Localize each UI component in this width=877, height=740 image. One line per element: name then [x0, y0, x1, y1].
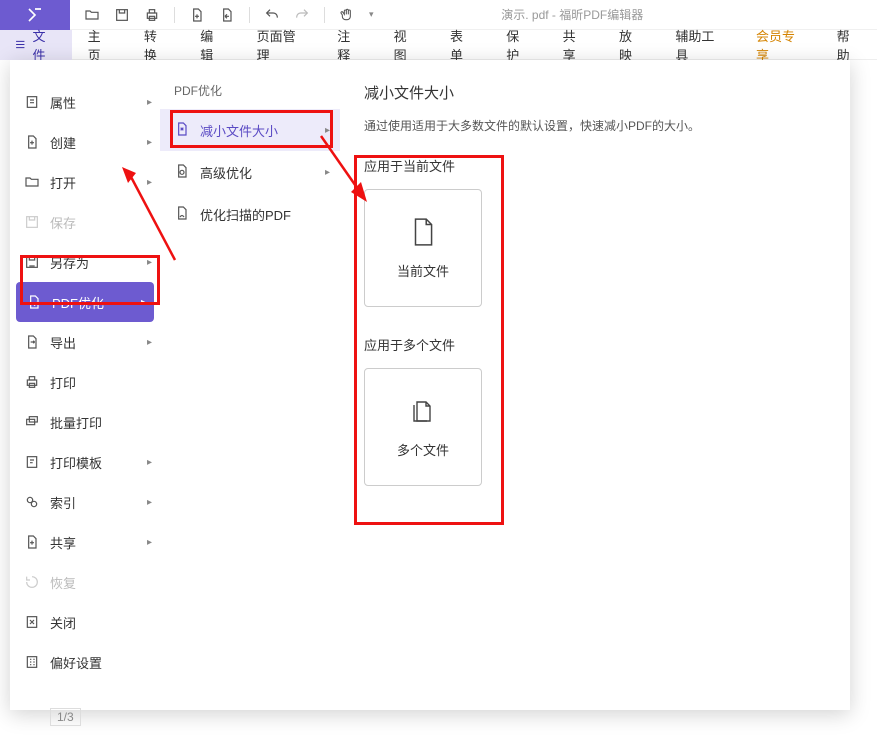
batchprint-icon	[24, 414, 40, 430]
files-icon	[409, 396, 437, 426]
card-current-file[interactable]: 当前文件	[364, 189, 482, 307]
page-indicator[interactable]: 1/3	[50, 708, 81, 726]
chevron-right-icon: ▸	[325, 125, 330, 136]
menu-save: 保存	[10, 202, 160, 242]
print-icon[interactable]	[144, 7, 160, 23]
section-current: 应用于当前文件	[364, 156, 826, 175]
sub-advanced[interactable]: 高级优化▸	[160, 151, 340, 193]
share-icon	[24, 534, 40, 550]
settings-icon	[24, 654, 40, 670]
chevron-right-icon: ▸	[147, 137, 152, 148]
close-icon	[24, 614, 40, 630]
tab-file-label: 文件	[33, 26, 58, 64]
redo-icon[interactable]	[294, 7, 310, 23]
info-icon	[24, 94, 40, 110]
reduce-size-icon	[174, 121, 190, 140]
tab-view[interactable]: 视图	[378, 30, 434, 60]
ribbon: 文件 主页 转换 编辑 页面管理 注释 视图 表单 保护 共享 放映 辅助工具 …	[0, 30, 877, 60]
dropdown-icon[interactable]: ▾	[369, 9, 374, 20]
tab-home[interactable]: 主页	[72, 30, 128, 60]
tab-convert[interactable]: 转换	[128, 30, 184, 60]
sub-reduce-size[interactable]: 减小文件大小▸	[160, 109, 340, 151]
chevron-right-icon: ▸	[325, 167, 330, 178]
advanced-icon	[174, 163, 190, 182]
menu-create[interactable]: 创建▸	[10, 122, 160, 162]
menu-pref[interactable]: 偏好设置	[10, 642, 160, 682]
detail-desc: 通过使用适用于大多数文件的默认设置，快速减小PDF的大小。	[364, 117, 826, 134]
save-icon	[24, 214, 40, 230]
submenu-heading: PDF优化	[160, 82, 340, 109]
status-bar: 1/3	[50, 708, 81, 726]
print-icon	[24, 374, 40, 390]
ribbon-tabs: 主页 转换 编辑 页面管理 注释 视图 表单 保护 共享 放映 辅助工具 会员专…	[72, 30, 877, 60]
tab-file[interactable]: 文件	[0, 30, 72, 60]
printtpl-icon	[24, 454, 40, 470]
section-multi: 应用于多个文件	[364, 335, 826, 354]
tab-form[interactable]: 表单	[434, 30, 490, 60]
menu-export[interactable]: 导出▸	[10, 322, 160, 362]
chevron-right-icon: ▸	[147, 257, 152, 268]
scanned-icon	[174, 205, 190, 224]
chevron-right-icon: ▸	[141, 297, 146, 308]
chevron-right-icon: ▸	[147, 497, 152, 508]
menu-close[interactable]: 关闭	[10, 602, 160, 642]
tab-pages[interactable]: 页面管理	[241, 30, 322, 60]
open-icon[interactable]	[84, 7, 100, 23]
menu-restore: 恢复	[10, 562, 160, 602]
index-icon	[24, 494, 40, 510]
menu-optimize[interactable]: PDF优化▸	[16, 282, 154, 322]
file-add-icon[interactable]	[189, 7, 205, 23]
menu-properties[interactable]: 属性▸	[10, 82, 160, 122]
restore-icon	[24, 574, 40, 590]
detail-title: 减小文件大小	[364, 82, 826, 103]
backstage-panel: 属性▸ 创建▸ 打开▸ 保存 另存为▸ PDF优化▸ 导出▸ 打印 批量打印 打…	[10, 60, 850, 710]
menu-share[interactable]: 共享▸	[10, 522, 160, 562]
tab-edit[interactable]: 编辑	[184, 30, 240, 60]
file-out-icon[interactable]	[219, 7, 235, 23]
chevron-right-icon: ▸	[147, 457, 152, 468]
chevron-right-icon: ▸	[147, 537, 152, 548]
file-icon	[409, 217, 437, 247]
backstage-submenu: PDF优化 减小文件大小▸ 高级优化▸ 优化扫描的PDF	[160, 60, 340, 710]
hand-icon[interactable]	[339, 7, 355, 23]
card-multi-file[interactable]: 多个文件	[364, 368, 482, 486]
document-title: 演示. pdf - 福昕PDF编辑器	[388, 6, 877, 23]
tab-present[interactable]: 放映	[603, 30, 659, 60]
tab-accessibility[interactable]: 辅助工具	[659, 30, 740, 60]
chevron-right-icon: ▸	[147, 97, 152, 108]
save-icon[interactable]	[114, 7, 130, 23]
saveas-icon	[24, 254, 40, 270]
card-multi-label: 多个文件	[397, 440, 449, 459]
menu-printtpl[interactable]: 打印模板▸	[10, 442, 160, 482]
tab-vip[interactable]: 会员专享	[740, 30, 821, 60]
menu-print[interactable]: 打印	[10, 362, 160, 402]
backstage-detail: 减小文件大小 通过使用适用于大多数文件的默认设置，快速减小PDF的大小。 应用于…	[340, 60, 850, 710]
new-icon	[24, 134, 40, 150]
titlebar: ▾ 演示. pdf - 福昕PDF编辑器	[0, 0, 877, 30]
tab-help[interactable]: 帮助	[821, 30, 877, 60]
export-icon	[24, 334, 40, 350]
optimize-icon	[26, 294, 42, 310]
menu-batchprint[interactable]: 批量打印	[10, 402, 160, 442]
backstage-menu: 属性▸ 创建▸ 打开▸ 保存 另存为▸ PDF优化▸ 导出▸ 打印 批量打印 打…	[10, 60, 160, 710]
tab-protect[interactable]: 保护	[490, 30, 546, 60]
tab-annotate[interactable]: 注释	[321, 30, 377, 60]
chevron-right-icon: ▸	[147, 337, 152, 348]
undo-icon[interactable]	[264, 7, 280, 23]
sub-scanned[interactable]: 优化扫描的PDF	[160, 193, 340, 235]
quick-access-toolbar: ▾	[70, 7, 388, 23]
menu-saveas[interactable]: 另存为▸	[10, 242, 160, 282]
open-icon	[24, 174, 40, 190]
tab-share[interactable]: 共享	[547, 30, 603, 60]
menu-open[interactable]: 打开▸	[10, 162, 160, 202]
card-current-label: 当前文件	[397, 261, 449, 280]
menu-index[interactable]: 索引▸	[10, 482, 160, 522]
chevron-right-icon: ▸	[147, 177, 152, 188]
